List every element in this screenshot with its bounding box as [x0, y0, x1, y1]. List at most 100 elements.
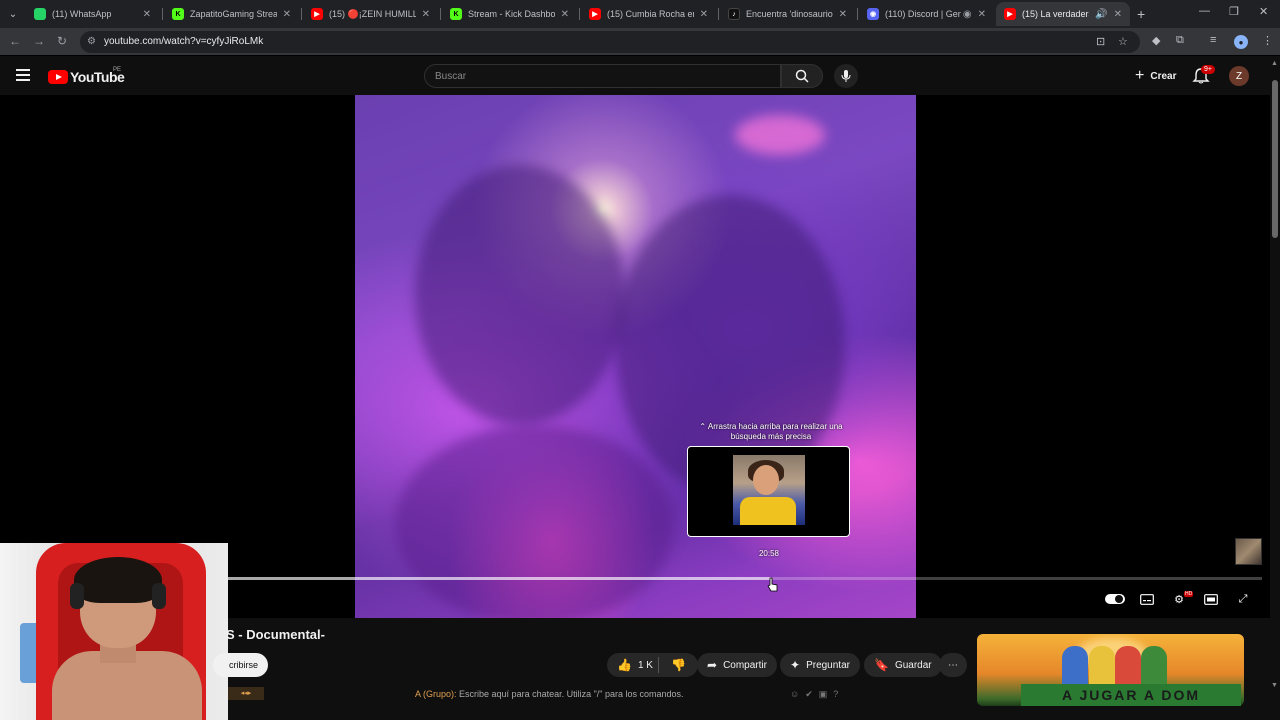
search-button[interactable]: [781, 64, 823, 88]
autoplay-toggle[interactable]: [1105, 594, 1125, 604]
tab-title: (110) Discord | Gener: [885, 9, 961, 19]
tab-title: (11) WhatsApp: [52, 9, 112, 19]
minimize-icon[interactable]: —: [1199, 5, 1210, 17]
fullscreen-icon[interactable]: ⤢: [1235, 592, 1251, 606]
save-button[interactable]: 🔖 Guardar: [864, 653, 942, 677]
close-icon[interactable]: ✕: [283, 9, 291, 20]
more-horizontal-icon: ⋯: [948, 659, 958, 671]
bookmark-star-icon[interactable]: ☆: [1118, 35, 1128, 48]
browser-menu-icon[interactable]: ⋮: [1262, 34, 1273, 47]
close-icon[interactable]: ✕: [561, 9, 569, 20]
scroll-down-arrow-icon[interactable]: ▼: [1271, 682, 1278, 689]
tab-title: (15) La verdadera his: [1022, 9, 1089, 19]
close-icon[interactable]: ✕: [978, 9, 986, 20]
close-icon[interactable]: ✕: [422, 9, 430, 20]
chat-input[interactable]: A (Grupo): Escribe aquí para chatear. Ut…: [415, 689, 684, 699]
sparkle-icon: ✦: [790, 658, 801, 672]
chat-channel-tag: ◂◂▸: [228, 687, 264, 700]
install-app-icon[interactable]: ⊡: [1096, 35, 1105, 48]
share-button[interactable]: ➦ Compartir: [697, 653, 777, 677]
forward-icon[interactable]: →: [33, 34, 45, 48]
close-icon[interactable]: ✕: [700, 9, 708, 20]
seek-preview-thumbnail: [687, 446, 850, 537]
media-controls-icon[interactable]: ≡: [1210, 34, 1216, 46]
tab-title: (15) 🔴¡ZEIN HUMILLA e: [329, 8, 416, 19]
youtube-icon: ▶: [589, 8, 601, 20]
youtube-icon: ▶: [1004, 8, 1016, 20]
discord-icon: ◉: [867, 8, 879, 20]
tiktok-icon: ♪: [728, 8, 740, 20]
address-bar[interactable]: ⚙ youtube.com/watch?v=cyfyJiRoLMk ⊡ ☆: [80, 31, 1140, 53]
restore-icon[interactable]: ❐: [1229, 5, 1239, 18]
ad-title: A JUGAR A DOM: [1021, 684, 1241, 706]
youtube-play-icon: [48, 70, 68, 84]
youtube-header: YouTube PE Buscar + Crear: [0, 57, 1270, 95]
close-icon[interactable]: ✕: [143, 9, 151, 20]
browser-tab-strip: ⌄ (11) WhatsApp ✕ K ZapatitoGaming Strea…: [0, 0, 1280, 28]
recording-icon: ◉: [962, 8, 972, 20]
reload-icon[interactable]: ↻: [57, 34, 67, 48]
extension-diamond-icon[interactable]: ◆: [1152, 34, 1160, 47]
browser-tab[interactable]: K ZapatitoGaming Stream - ✕: [164, 2, 299, 26]
create-label: Crear: [1150, 70, 1177, 82]
hover-timecode: 20:58: [758, 549, 780, 558]
browser-toolbar: ← → ↻ ⚙ youtube.com/watch?v=cyfyJiRoLMk …: [0, 28, 1280, 56]
browser-profile-avatar[interactable]: ●: [1234, 35, 1248, 49]
browser-tab[interactable]: ▶ (15) 🔴¡ZEIN HUMILLA e ✕: [303, 2, 438, 26]
scrollbar-thumb[interactable]: [1272, 80, 1278, 238]
hd-badge: HD: [1184, 591, 1194, 597]
back-icon[interactable]: ←: [9, 34, 21, 48]
notification-badge: 9+: [1201, 65, 1215, 74]
kick-icon: K: [172, 8, 184, 20]
more-actions-button[interactable]: ⋯: [939, 653, 967, 677]
speaker-icon[interactable]: 🔊: [1095, 9, 1107, 20]
browser-tab[interactable]: ▶ (15) Cumbia Rocha en viv ✕: [581, 2, 716, 26]
end-screen-thumbnail[interactable]: [1235, 538, 1262, 565]
miniplayer-icon[interactable]: [1203, 592, 1219, 606]
video-frame[interactable]: [355, 95, 916, 618]
ask-label: Preguntar: [806, 659, 850, 671]
hamburger-menu-icon[interactable]: [16, 69, 30, 81]
subscribe-button[interactable]: cribirse: [213, 653, 268, 677]
streamer-webcam: [0, 543, 228, 720]
extensions-puzzle-icon[interactable]: ⧉: [1176, 34, 1184, 47]
plus-icon: +: [1135, 67, 1145, 84]
browser-tab[interactable]: ♪ Encuentra 'dinosaurio na ✕: [720, 2, 855, 26]
account-avatar[interactable]: Z: [1229, 66, 1249, 86]
youtube-icon: ▶: [311, 8, 323, 20]
subscribe-label: cribirse: [228, 660, 258, 670]
share-arrow-icon: ➦: [707, 658, 718, 672]
browser-tab[interactable]: ◉ (110) Discord | Gener ◉ ✕: [859, 2, 994, 26]
like-count[interactable]: 1 K: [638, 660, 653, 671]
like-dislike-group: 👍 1 K 👎: [607, 653, 698, 677]
close-icon[interactable]: ✕: [839, 9, 847, 20]
tab-title: Encuentra 'dinosaurio na: [746, 9, 833, 19]
tab-title: (15) Cumbia Rocha en viv: [607, 9, 694, 19]
whatsapp-icon: [34, 8, 46, 20]
url-text[interactable]: youtube.com/watch?v=cyfyJiRoLMk: [104, 36, 263, 47]
ask-button[interactable]: ✦ Preguntar: [780, 653, 860, 677]
seek-hint-text: ⌃ Arrastra hacia arriba para realizar un…: [699, 422, 843, 441]
progress-hover-fill: [228, 577, 771, 580]
share-label: Compartir: [723, 659, 767, 671]
search-icon: [795, 69, 809, 83]
site-info-icon[interactable]: ⚙: [87, 36, 98, 47]
chat-toolbar-icons[interactable]: ☺✔▣?: [790, 689, 844, 700]
browser-tab[interactable]: K Stream - Kick Dashboard ✕: [442, 2, 577, 26]
window-close-icon[interactable]: ✕: [1259, 5, 1268, 18]
new-tab-icon[interactable]: +: [1137, 6, 1145, 22]
dislike-thumb-icon[interactable]: 👎: [671, 658, 686, 672]
voice-search-button[interactable]: [834, 64, 858, 88]
kick-icon: K: [450, 8, 462, 20]
like-thumb-icon[interactable]: 👍: [617, 658, 632, 672]
browser-tab-active[interactable]: ▶ (15) La verdadera his 🔊 ✕: [996, 2, 1130, 26]
chat-placeholder: Escribe aquí para chatear. Utiliza "/" p…: [459, 689, 684, 699]
subtitles-icon[interactable]: [1139, 592, 1155, 606]
search-input[interactable]: Buscar: [424, 64, 781, 88]
microphone-icon: [841, 70, 851, 82]
create-button[interactable]: + Crear: [1125, 63, 1186, 89]
tab-search-chevron-icon[interactable]: ⌄: [5, 6, 21, 22]
close-icon[interactable]: ✕: [1114, 9, 1122, 20]
browser-tab[interactable]: (11) WhatsApp ✕: [26, 2, 159, 26]
scroll-up-arrow-icon[interactable]: ▲: [1271, 60, 1278, 67]
